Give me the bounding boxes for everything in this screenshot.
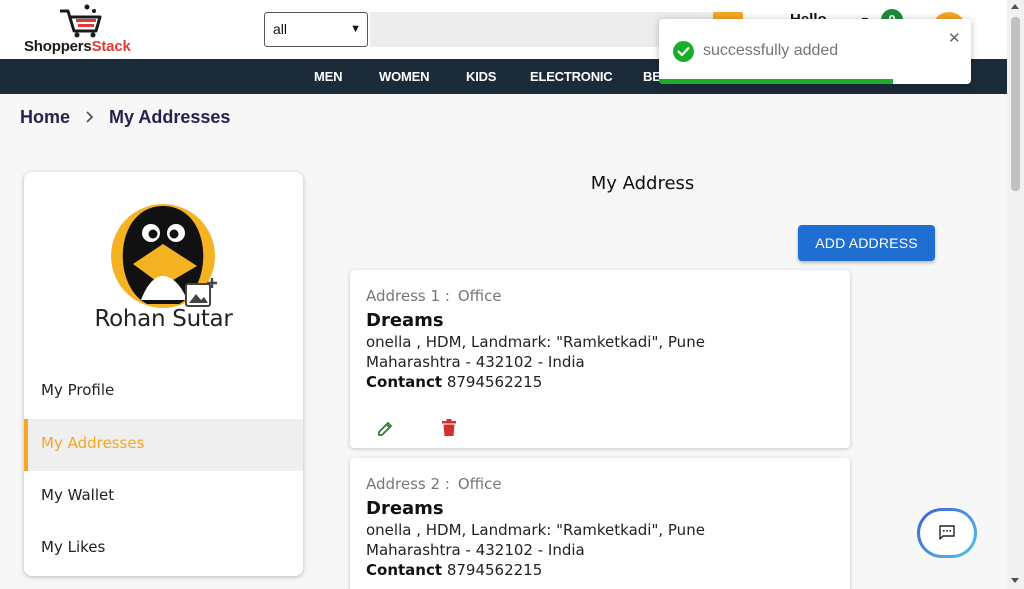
address-line-2: Maharashtra - 432102 - India xyxy=(366,353,585,371)
chat-button[interactable] xyxy=(917,508,977,558)
edit-pencil-icon[interactable] xyxy=(376,420,394,438)
scroll-down-arrow-icon[interactable] xyxy=(1011,578,1019,583)
add-photo-icon[interactable] xyxy=(184,276,218,308)
address-contact: Contanct 8794562215 xyxy=(366,561,543,579)
chat-icon xyxy=(939,525,955,540)
toast-message: successfully added xyxy=(703,42,839,59)
address-contact: Contanct 8794562215 xyxy=(366,373,543,391)
toast-progress-bar xyxy=(659,79,893,84)
nav-item-kids[interactable]: KIDS xyxy=(466,59,496,95)
address-heading: Address 1 : Office xyxy=(366,287,502,305)
logo-text: ShoppersStack xyxy=(24,38,131,55)
sidebar-item-my-wallet[interactable]: My Wallet xyxy=(24,471,303,523)
address-name: Dreams xyxy=(366,310,444,331)
nav-item-women[interactable]: WOMEN xyxy=(379,59,429,95)
sidebar-item-my-addresses[interactable]: My Addresses xyxy=(24,419,303,471)
breadcrumb-current: My Addresses xyxy=(109,107,231,127)
breadcrumb-home[interactable]: Home xyxy=(20,107,70,128)
nav-item-men[interactable]: MEN xyxy=(314,59,342,95)
sidebar-item-my-likes[interactable]: My Likes xyxy=(24,523,303,575)
address-card: Address 2 : Office Dreams onella , HDM, L… xyxy=(350,458,850,589)
chevron-right-icon xyxy=(86,111,94,123)
chat-button-inner xyxy=(920,511,974,555)
address-line-2: Maharashtra - 432102 - India xyxy=(366,541,585,559)
category-select[interactable]: all ▼ xyxy=(264,12,368,47)
sidebar-item-my-profile[interactable]: My Profile xyxy=(24,366,303,418)
nav-item-electronic[interactable]: ELECTRONIC xyxy=(530,59,613,95)
page-title: My Address xyxy=(590,173,695,194)
delete-trash-icon[interactable] xyxy=(441,419,457,437)
address-line-1: onella , HDM, Landmark: "Ramketkadi", Pu… xyxy=(366,521,705,539)
scroll-up-arrow-icon[interactable] xyxy=(1011,4,1019,9)
address-name: Dreams xyxy=(366,498,444,519)
select-caret-icon: ▼ xyxy=(350,23,361,35)
logo-cart-icon xyxy=(60,4,102,38)
add-address-button[interactable]: ADD ADDRESS xyxy=(798,225,935,261)
address-line-1: onella , HDM, Landmark: "Ramketkadi", Pu… xyxy=(366,333,705,351)
address-heading: Address 2 : Office xyxy=(366,475,502,493)
profile-name: Rohan Sutar xyxy=(94,306,233,332)
scrollbar-thumb[interactable] xyxy=(1011,17,1020,191)
profile-sidebar: Rohan Sutar My Profile My Addresses My W… xyxy=(24,172,303,576)
check-circle-icon xyxy=(673,41,694,62)
success-toast: successfully added ✕ xyxy=(659,19,971,84)
address-card: Address 1 : Office Dreams onella , HDM, L… xyxy=(350,270,850,448)
close-icon[interactable]: ✕ xyxy=(948,29,961,47)
page-scrollbar[interactable] xyxy=(1007,0,1024,589)
